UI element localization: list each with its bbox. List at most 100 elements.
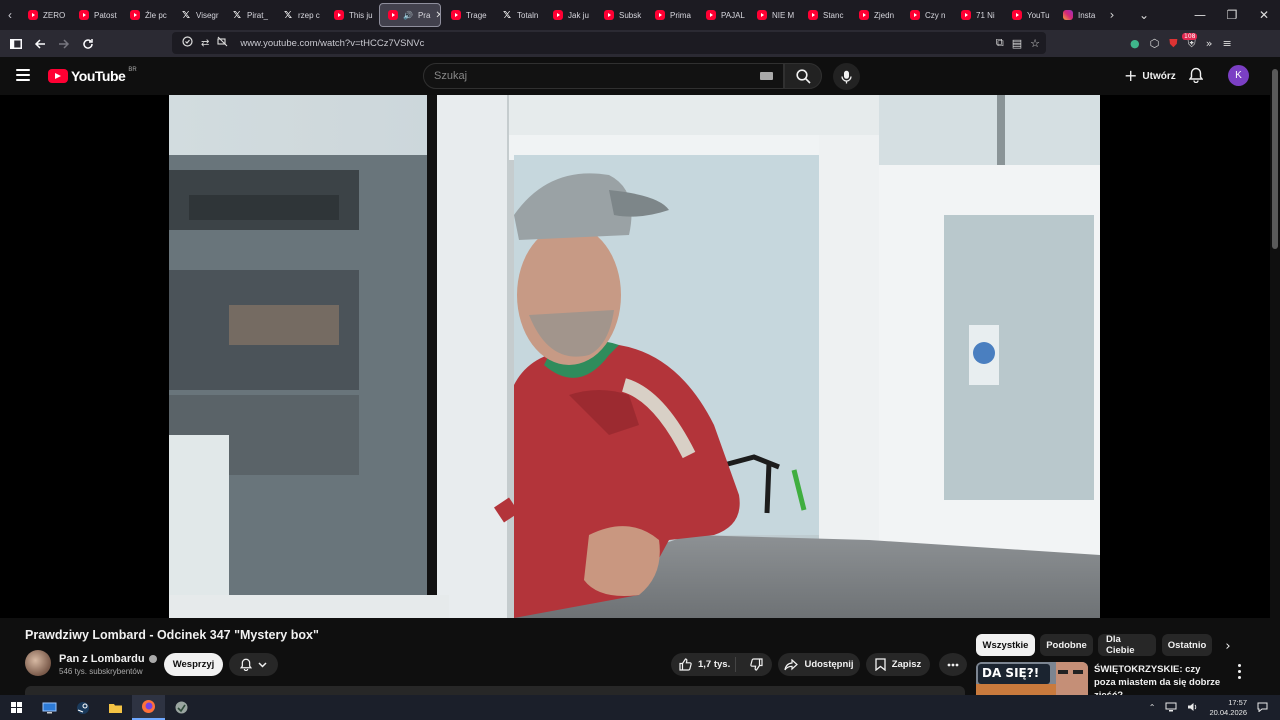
chip-related[interactable]: Podobne	[1040, 634, 1093, 656]
browser-tab[interactable]: Trage	[443, 0, 494, 30]
search-input[interactable]: Szukaj	[423, 63, 784, 89]
restore-icon[interactable]: ❐	[1216, 8, 1248, 22]
address-bar[interactable]: ⇄ www.youtube.com/watch?v=tHCCz7VSNVc ⧉ …	[172, 32, 1046, 54]
browser-tab-label: YouTu	[1027, 10, 1050, 20]
browser-tab[interactable]: Patost	[71, 0, 122, 30]
firefox-icon[interactable]	[132, 695, 165, 720]
description-box[interactable]	[25, 686, 965, 695]
thumbs-up-icon	[679, 658, 692, 671]
desktop-app-icon[interactable]	[33, 695, 66, 720]
chip-all[interactable]: Wszystkie	[976, 634, 1035, 656]
browser-tab[interactable]: Czy n	[902, 0, 953, 30]
bookmark-star-icon[interactable]: ☆	[1030, 37, 1040, 50]
vpn-icon[interactable]: ●	[1130, 37, 1140, 50]
browser-tab-label: Patost	[94, 10, 117, 20]
browser-tab[interactable]: NIE M	[749, 0, 800, 30]
tab-close-icon[interactable]: ✕	[435, 10, 440, 21]
browser-tab[interactable]: Jak ju	[545, 0, 596, 30]
reader-view-icon[interactable]: ▤	[1012, 37, 1022, 50]
recommendation-thumbnail[interactable]: DA SIĘ?!	[976, 662, 1088, 695]
search-button[interactable]	[784, 63, 822, 89]
tab-list-dropdown-icon[interactable]: ⌄	[1128, 8, 1160, 22]
file-explorer-icon[interactable]	[99, 695, 132, 720]
keyboard-icon[interactable]	[760, 72, 773, 80]
create-button[interactable]: + Utwórz	[1114, 64, 1186, 88]
support-button[interactable]: Wesprzyj	[164, 653, 223, 676]
back-icon[interactable]	[28, 32, 52, 56]
permissions-icon[interactable]: ⇄	[201, 38, 209, 49]
menu-icon[interactable]: ≡	[1222, 37, 1231, 50]
search-placeholder: Szukaj	[434, 70, 468, 82]
browser-tab[interactable]: Stanc	[800, 0, 851, 30]
channel-name-link[interactable]: Pan z Lombardu	[59, 653, 157, 665]
subscriber-count: 546 tys. subskrybentów	[59, 667, 143, 676]
chips-next-icon[interactable]: ›	[1218, 636, 1238, 656]
browser-tab[interactable]: PAJAL	[698, 0, 749, 30]
channel-avatar[interactable]	[25, 650, 51, 676]
extension-icons: ● ⬡ ⛊ 108 ⛨ » ≡	[1130, 30, 1232, 57]
app-icon[interactable]	[165, 695, 198, 720]
search-icon	[795, 68, 811, 84]
browser-tab[interactable]: Subsk	[596, 0, 647, 30]
browser-tab[interactable]: 𝕏rzep c	[275, 0, 326, 30]
ublock-icon[interactable]: ⛊	[1169, 37, 1177, 51]
forward-icon[interactable]	[52, 32, 76, 56]
notifications-bell-icon[interactable]	[1188, 67, 1204, 88]
windows-start-icon[interactable]	[0, 695, 33, 720]
x-icon: 𝕏	[502, 9, 512, 21]
more-horizontal-icon	[947, 663, 959, 666]
browser-tab[interactable]: 𝕏 Totaln	[494, 0, 545, 30]
recommendation-menu-icon[interactable]	[1232, 662, 1246, 680]
clock[interactable]: 17:57 20.04.2026	[1209, 698, 1247, 718]
browser-tab[interactable]: Zjedn	[851, 0, 902, 30]
page-scrollbar[interactable]	[1270, 57, 1280, 695]
url-text[interactable]: www.youtube.com/watch?v=tHCCz7VSNVc	[240, 38, 424, 49]
tab-audio-playing-icon[interactable]: 🔊	[403, 11, 413, 20]
window-controls: › ⌄ — ❐ ✕	[1096, 0, 1280, 30]
browser-tab[interactable]: 🔊 Pra ✕	[379, 3, 441, 27]
tab-scroll-left-icon[interactable]: ‹	[0, 0, 20, 30]
like-button[interactable]: 1,7 tys.	[671, 657, 736, 672]
extensions-icon[interactable]: ⬡	[1150, 37, 1160, 50]
network-icon[interactable]	[1165, 702, 1177, 714]
browser-tab[interactable]: ZERO	[20, 0, 71, 30]
minimize-icon[interactable]: —	[1184, 8, 1216, 22]
chip-for-you[interactable]: Dla Ciebie	[1098, 634, 1156, 656]
save-button[interactable]: Zapisz	[866, 653, 930, 676]
x-icon: 𝕏	[283, 9, 293, 21]
volume-icon[interactable]	[1187, 702, 1199, 714]
browser-tab[interactable]: This ju	[326, 0, 377, 30]
tab-scroll-right-icon[interactable]: ›	[1096, 8, 1128, 22]
sidebar-toggle-icon[interactable]	[4, 32, 28, 56]
overflow-chevron-icon[interactable]: »	[1206, 37, 1213, 50]
dislike-button[interactable]	[742, 658, 772, 671]
close-window-icon[interactable]: ✕	[1248, 8, 1280, 22]
picture-in-picture-icon[interactable]: ⧉	[996, 36, 1004, 50]
page-scrollbar-thumb[interactable]	[1272, 69, 1278, 249]
browser-tab[interactable]: 𝕏 Visegr	[173, 0, 224, 30]
channel-name[interactable]: Pan z Lombardu	[59, 653, 145, 665]
share-button[interactable]: Udostępnij	[778, 653, 860, 676]
reload-icon[interactable]	[76, 32, 100, 56]
youtube-logo[interactable]: YouTube BR	[48, 67, 137, 84]
browser-tab[interactable]: Źle pc	[122, 0, 173, 30]
subscription-notifications-button[interactable]	[229, 653, 278, 676]
browser-tab[interactable]: YouTu	[1004, 0, 1055, 30]
guide-menu-icon[interactable]	[16, 69, 30, 81]
more-actions-button[interactable]	[939, 653, 967, 676]
tray-chevron-icon[interactable]: ⌃	[1149, 703, 1156, 712]
microphone-icon	[841, 70, 852, 83]
video-frame[interactable]	[169, 95, 1100, 618]
video-player[interactable]	[0, 95, 1270, 618]
muted-camera-icon[interactable]	[217, 34, 228, 52]
steam-icon[interactable]	[66, 695, 99, 720]
shield-icon[interactable]	[182, 34, 193, 52]
chip-recent[interactable]: Ostatnio	[1162, 634, 1212, 656]
account-avatar[interactable]: K	[1228, 65, 1249, 86]
browser-tab-label: NIE M	[772, 10, 795, 20]
voice-search-button[interactable]	[833, 63, 860, 90]
browser-tab[interactable]: 𝕏 Pirat_	[224, 0, 275, 30]
browser-tab[interactable]: Prima	[647, 0, 698, 30]
browser-tab[interactable]: 71 Ni	[953, 0, 1004, 30]
notifications-icon[interactable]	[1257, 702, 1268, 714]
